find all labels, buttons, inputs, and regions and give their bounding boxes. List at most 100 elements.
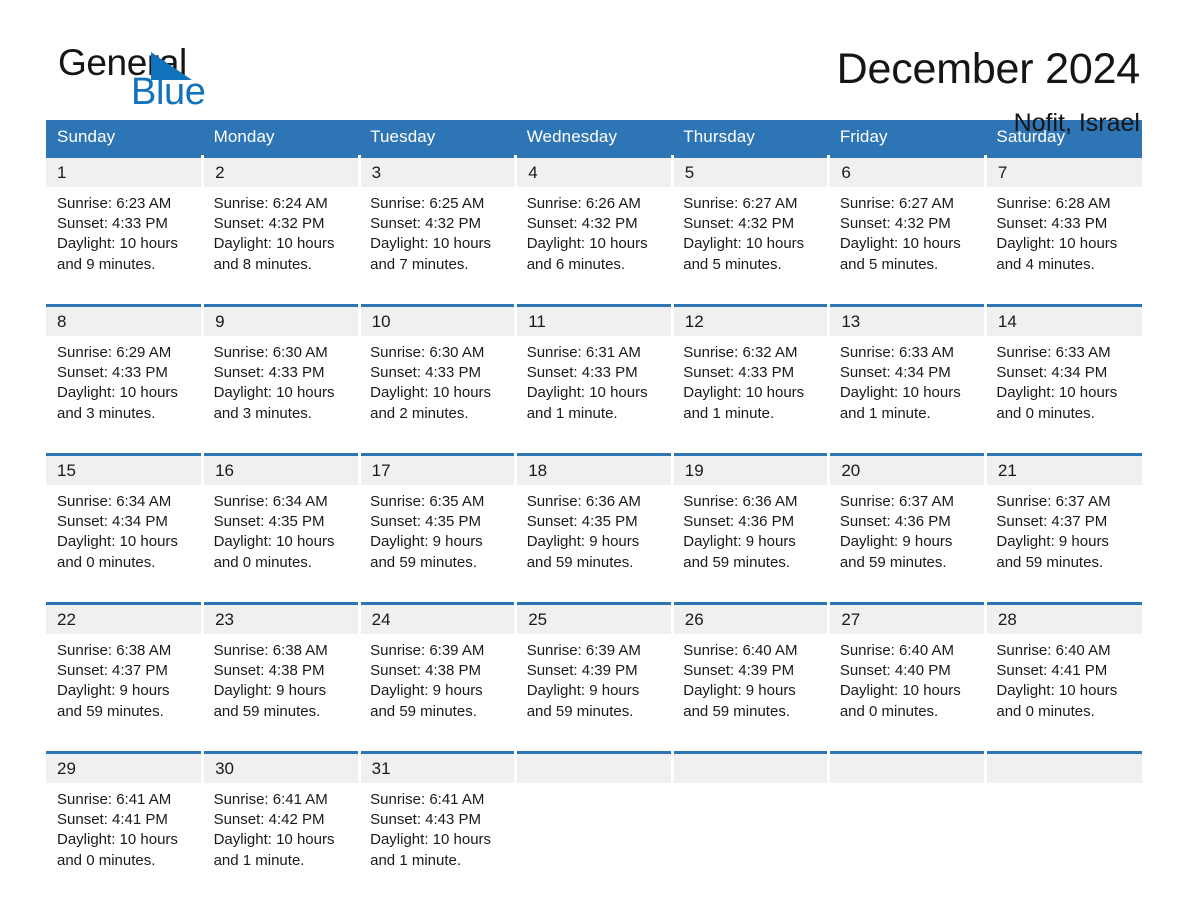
sunset-text: Sunset: 4:32 PM: [839, 215, 951, 233]
day-number[interactable]: 29: [46, 751, 205, 783]
week-row-daynumbers: 22 23 24 25 26 27 28: [46, 602, 1142, 634]
day-cell[interactable]: Sunrise: 6:41 AM Sunset: 4:41 PM Dayligh…: [46, 783, 203, 900]
day-cell[interactable]: Sunrise: 6:37 AM Sunset: 4:36 PM Dayligh…: [828, 485, 986, 604]
day-number-empty: [514, 751, 674, 783]
weekday-header-thursday: Thursday: [672, 120, 829, 157]
day-cell[interactable]: Sunrise: 6:24 AM Sunset: 4:32 PM Dayligh…: [202, 187, 360, 306]
week-row-details: Sunrise: 6:29 AM Sunset: 4:33 PM Dayligh…: [46, 336, 1142, 455]
day-cell[interactable]: Sunrise: 6:33 AM Sunset: 4:34 PM Dayligh…: [828, 336, 986, 455]
daylight-text-2: and 59 minutes.: [996, 553, 1104, 571]
day-number[interactable]: 1: [46, 155, 205, 187]
day-cell[interactable]: Sunrise: 6:36 AM Sunset: 4:36 PM Dayligh…: [672, 485, 829, 604]
day-cell[interactable]: Sunrise: 6:27 AM Sunset: 4:32 PM Dayligh…: [672, 187, 829, 306]
day-cell[interactable]: Sunrise: 6:34 AM Sunset: 4:34 PM Dayligh…: [46, 485, 203, 604]
day-number[interactable]: 7: [983, 155, 1142, 187]
sunrise-text: Sunrise: 6:30 AM: [213, 344, 328, 361]
day-number[interactable]: 27: [827, 602, 987, 634]
title-block: December 2024 Nofit, Israel: [837, 44, 1142, 138]
sunset-text: Sunset: 4:35 PM: [213, 513, 325, 531]
day-cell[interactable]: Sunrise: 6:36 AM Sunset: 4:35 PM Dayligh…: [515, 485, 673, 604]
day-number[interactable]: 12: [670, 304, 831, 336]
day-cell[interactable]: Sunrise: 6:25 AM Sunset: 4:32 PM Dayligh…: [359, 187, 516, 306]
day-number[interactable]: 19: [670, 453, 831, 485]
daylight-text-1: Daylight: 10 hours: [996, 384, 1118, 402]
day-number[interactable]: 18: [514, 453, 674, 485]
daylight-text-1: Daylight: 10 hours: [57, 831, 178, 849]
day-cell[interactable]: Sunrise: 6:38 AM Sunset: 4:38 PM Dayligh…: [202, 634, 360, 753]
daylight-text-2: and 5 minutes.: [839, 255, 939, 273]
sunrise-text: Sunrise: 6:28 AM: [996, 195, 1111, 212]
daylight-text-2: and 0 minutes.: [839, 702, 939, 720]
day-cell[interactable]: Sunrise: 6:28 AM Sunset: 4:33 PM Dayligh…: [985, 187, 1142, 306]
daylight-text-1: Daylight: 10 hours: [213, 235, 335, 253]
daylight-text-1: Daylight: 9 hours: [683, 533, 796, 551]
sunrise-text: Sunrise: 6:34 AM: [213, 493, 328, 510]
day-number[interactable]: 23: [201, 602, 361, 634]
sunrise-text: Sunrise: 6:26 AM: [526, 195, 641, 212]
day-number[interactable]: 2: [201, 155, 361, 187]
daylight-text-1: Daylight: 10 hours: [213, 384, 335, 402]
day-cell[interactable]: Sunrise: 6:30 AM Sunset: 4:33 PM Dayligh…: [202, 336, 360, 455]
daylight-text-1: Daylight: 9 hours: [526, 682, 640, 700]
day-number[interactable]: 17: [357, 453, 518, 485]
day-number[interactable]: 30: [201, 751, 361, 783]
daylight-text-1: Daylight: 10 hours: [213, 533, 335, 551]
day-number[interactable]: 24: [357, 602, 518, 634]
day-cell[interactable]: Sunrise: 6:27 AM Sunset: 4:32 PM Dayligh…: [828, 187, 986, 306]
sunrise-text: Sunrise: 6:39 AM: [526, 642, 641, 659]
sunset-text: Sunset: 4:41 PM: [57, 811, 168, 829]
day-number[interactable]: 15: [46, 453, 205, 485]
day-cell[interactable]: Sunrise: 6:29 AM Sunset: 4:33 PM Dayligh…: [46, 336, 203, 455]
day-number[interactable]: 5: [670, 155, 831, 187]
day-number[interactable]: 14: [983, 304, 1142, 336]
day-cell[interactable]: Sunrise: 6:31 AM Sunset: 4:33 PM Dayligh…: [515, 336, 673, 455]
sunrise-text: Sunrise: 6:40 AM: [996, 642, 1111, 659]
day-number[interactable]: 6: [827, 155, 987, 187]
day-cell[interactable]: Sunrise: 6:41 AM Sunset: 4:43 PM Dayligh…: [359, 783, 516, 900]
day-cell[interactable]: Sunrise: 6:40 AM Sunset: 4:39 PM Dayligh…: [672, 634, 829, 753]
day-number[interactable]: 8: [46, 304, 205, 336]
daylight-text-1: Daylight: 10 hours: [213, 831, 335, 849]
day-number[interactable]: 4: [514, 155, 674, 187]
day-cell[interactable]: Sunrise: 6:35 AM Sunset: 4:35 PM Dayligh…: [359, 485, 516, 604]
daylight-text-2: and 1 minute.: [213, 851, 305, 869]
sunset-text: Sunset: 4:42 PM: [213, 811, 325, 829]
day-cell[interactable]: Sunrise: 6:26 AM Sunset: 4:32 PM Dayligh…: [515, 187, 673, 306]
day-cell[interactable]: Sunrise: 6:32 AM Sunset: 4:33 PM Dayligh…: [672, 336, 829, 455]
day-cell[interactable]: Sunrise: 6:23 AM Sunset: 4:33 PM Dayligh…: [46, 187, 203, 306]
day-number[interactable]: 16: [201, 453, 361, 485]
general-blue-logo: General Blue: [58, 44, 258, 111]
day-number[interactable]: 26: [670, 602, 831, 634]
daylight-text-2: and 59 minutes.: [839, 553, 947, 571]
day-cell-empty: [515, 783, 673, 900]
day-number[interactable]: 25: [514, 602, 674, 634]
daylight-text-2: and 59 minutes.: [683, 702, 790, 720]
sunset-text: Sunset: 4:43 PM: [370, 811, 482, 829]
day-cell[interactable]: Sunrise: 6:30 AM Sunset: 4:33 PM Dayligh…: [359, 336, 516, 455]
day-cell[interactable]: Sunrise: 6:38 AM Sunset: 4:37 PM Dayligh…: [46, 634, 203, 753]
day-cell[interactable]: Sunrise: 6:40 AM Sunset: 4:40 PM Dayligh…: [828, 634, 986, 753]
day-number[interactable]: 28: [983, 602, 1142, 634]
day-cell[interactable]: Sunrise: 6:39 AM Sunset: 4:39 PM Dayligh…: [515, 634, 673, 753]
day-cell[interactable]: Sunrise: 6:40 AM Sunset: 4:41 PM Dayligh…: [985, 634, 1142, 753]
daylight-text-2: and 59 minutes.: [370, 702, 477, 720]
day-cell[interactable]: Sunrise: 6:37 AM Sunset: 4:37 PM Dayligh…: [985, 485, 1142, 604]
weekday-header-monday: Monday: [202, 120, 360, 157]
day-number[interactable]: 10: [357, 304, 518, 336]
day-number[interactable]: 22: [46, 602, 205, 634]
daylight-text-1: Daylight: 9 hours: [370, 533, 483, 551]
sunset-text: Sunset: 4:36 PM: [683, 513, 795, 531]
day-number[interactable]: 3: [357, 155, 518, 187]
day-cell[interactable]: Sunrise: 6:39 AM Sunset: 4:38 PM Dayligh…: [359, 634, 516, 753]
day-number[interactable]: 9: [201, 304, 361, 336]
day-number[interactable]: 13: [827, 304, 987, 336]
day-number[interactable]: 31: [357, 751, 518, 783]
day-cell[interactable]: Sunrise: 6:33 AM Sunset: 4:34 PM Dayligh…: [985, 336, 1142, 455]
daylight-text-1: Daylight: 10 hours: [57, 384, 178, 402]
day-number[interactable]: 20: [827, 453, 987, 485]
day-number[interactable]: 11: [514, 304, 674, 336]
sunrise-text: Sunrise: 6:33 AM: [996, 344, 1111, 361]
day-cell[interactable]: Sunrise: 6:34 AM Sunset: 4:35 PM Dayligh…: [202, 485, 360, 604]
day-number[interactable]: 21: [983, 453, 1142, 485]
day-cell[interactable]: Sunrise: 6:41 AM Sunset: 4:42 PM Dayligh…: [202, 783, 360, 900]
